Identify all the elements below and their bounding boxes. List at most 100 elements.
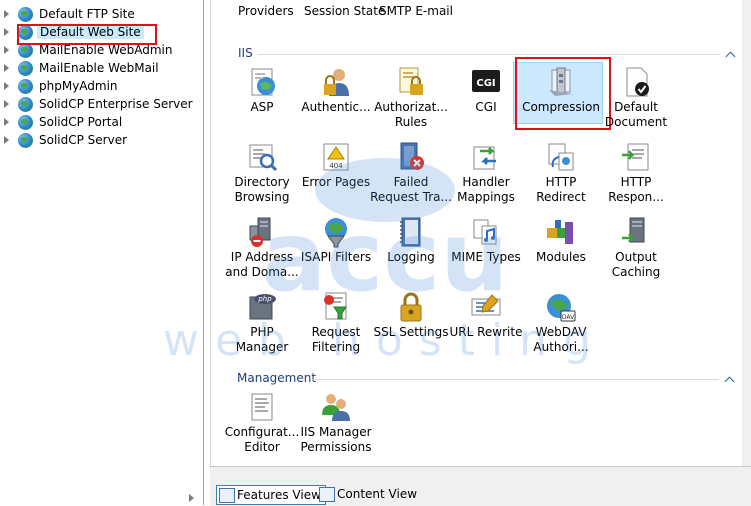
feature-label: Failed Request Tra... — [369, 175, 453, 205]
feature-directory-browsing[interactable]: Directory Browsing — [226, 141, 298, 213]
ip-address-domain-icon — [249, 217, 271, 247]
feature-label-line1: Request — [311, 325, 361, 339]
expand-arrow-icon[interactable] — [4, 82, 9, 90]
error-icon-text: 404 — [329, 162, 343, 170]
feature-handler-mappings[interactable]: Handler Mappings — [450, 141, 522, 213]
site-tree[interactable]: Default FTP Site Default Web Site MailEn… — [0, 0, 204, 505]
request-filtering-icon — [324, 292, 347, 320]
feature-ssl-settings[interactable]: SSL Settings — [374, 291, 448, 363]
feature-label: Compression — [522, 100, 600, 114]
feature-webdav-authoring[interactable]: DAV WebDAV Authori... — [525, 291, 597, 363]
expand-arrow-icon[interactable] — [4, 136, 9, 144]
feature-request-filtering[interactable]: Request Filtering — [300, 291, 372, 363]
feature-url-rewrite[interactable]: URL Rewrite — [450, 291, 522, 363]
php-icon-text: php — [257, 295, 272, 303]
tree-item-solidcp-portal[interactable]: SolidCP Portal — [0, 114, 200, 132]
tree-item-mailenable-webadmin[interactable]: MailEnable WebAdmin — [0, 42, 200, 60]
tree-item-phpmyadmin[interactable]: phpMyAdmin — [0, 78, 200, 96]
expand-arrow-icon[interactable] — [4, 28, 9, 36]
feature-label-line2: Respon... — [608, 190, 664, 204]
group-title-iis: IIS — [238, 46, 253, 60]
feature-cgi[interactable]: CGI CGI — [450, 66, 522, 138]
feature-modules[interactable]: Modules — [525, 216, 597, 288]
expand-arrow-icon[interactable] — [4, 118, 9, 126]
feature-label-line1: IP Address — [230, 250, 294, 264]
features-view-button[interactable]: Features View — [216, 485, 326, 505]
feature-error-pages[interactable]: 404 Error Pages — [300, 141, 372, 213]
feature-label-line1: Configurat... — [224, 425, 300, 439]
feature-logging[interactable]: Logging — [375, 216, 447, 288]
tree-item-solidcp-server[interactable]: SolidCP Server — [0, 132, 200, 150]
expand-arrow-icon[interactable] — [4, 64, 9, 72]
tree-item-default-ftp-site[interactable]: Default FTP Site — [0, 6, 200, 24]
tree-item-label: MailEnable WebAdmin — [39, 43, 173, 57]
feature-php-manager[interactable]: php PHP Manager — [226, 291, 298, 363]
scroll-right-arrow-icon[interactable] — [189, 494, 194, 502]
content-view-button[interactable]: Content View — [317, 485, 417, 503]
feature-label: HTTP Respon... — [594, 175, 678, 205]
feature-iis-manager-permissions[interactable]: IIS Manager Permissions — [300, 391, 372, 463]
feature-http-redirect[interactable]: HTTP Redirect — [525, 141, 597, 213]
feature-label-line2: Manager — [235, 340, 289, 354]
feature-http-response-headers[interactable]: HTTP Respon... — [600, 141, 672, 213]
feature-label-line2: Permissions — [300, 440, 372, 454]
feature-isapi-filters[interactable]: ISAPI Filters — [300, 216, 372, 288]
feature-failed-request-tracing[interactable]: Failed Request Tra... — [370, 141, 452, 213]
feature-label-providers[interactable]: Providers — [238, 4, 294, 19]
feature-asp[interactable]: ASP — [226, 66, 298, 138]
content-view-icon — [319, 487, 335, 502]
feature-label: Default Document — [594, 100, 678, 130]
feature-authentication[interactable]: Authentic... — [300, 66, 372, 138]
feature-label: IP Address and Doma... — [220, 250, 304, 280]
feature-label-line2: Request Tra... — [370, 190, 452, 204]
tree-item-label: SolidCP Enterprise Server — [39, 97, 193, 111]
feature-label: Authentic... — [301, 100, 371, 114]
globe-icon — [18, 97, 33, 112]
feature-configuration-editor[interactable]: Configurat... Editor — [225, 391, 299, 463]
http-redirect-icon — [548, 143, 574, 171]
handler-mappings-icon — [473, 146, 496, 170]
feature-label: CGI — [475, 100, 497, 114]
expand-arrow-icon[interactable] — [4, 46, 9, 54]
tree-item-label: SolidCP Portal — [39, 115, 123, 129]
feature-default-document[interactable]: Default Document — [600, 66, 672, 138]
feature-label: PHP Manager — [220, 325, 304, 355]
tree-item-default-web-site[interactable]: Default Web Site — [0, 24, 200, 42]
feature-label: WebDAV Authori... — [519, 325, 603, 355]
globe-icon — [18, 25, 33, 40]
feature-label: Configurat... Editor — [220, 425, 304, 455]
feature-label-line1: HTTP — [545, 175, 577, 189]
feature-label-smtp-email[interactable]: SMTP E-mail — [379, 4, 453, 19]
feature-compression[interactable]: Compression — [522, 66, 600, 138]
expand-arrow-icon[interactable] — [4, 100, 9, 108]
feature-mime-types[interactable]: MIME Types — [450, 216, 522, 288]
feature-authorization-rules[interactable]: Authorizat... Rules — [374, 66, 448, 138]
feature-label: URL Rewrite — [449, 325, 523, 339]
feature-label-line2: Redirect — [536, 190, 586, 204]
expand-arrow-icon[interactable] — [4, 10, 9, 18]
feature-ip-address-domain[interactable]: IP Address and Doma... — [225, 216, 299, 288]
feature-label-line1: Default — [614, 100, 658, 114]
feature-output-caching[interactable]: Output Caching — [600, 216, 672, 288]
tree-item-solidcp-enterprise-server[interactable]: SolidCP Enterprise Server — [0, 96, 200, 114]
authentication-icon — [324, 69, 349, 96]
feature-label: HTTP Redirect — [519, 175, 603, 205]
authorization-rules-icon — [399, 67, 423, 95]
feature-label-line2: Caching — [611, 265, 661, 279]
isapi-filters-icon — [325, 218, 347, 248]
tree-item-mailenable-webmail[interactable]: MailEnable WebMail — [0, 60, 200, 78]
cgi-icon: CGI — [472, 70, 500, 92]
modules-icon — [547, 220, 573, 244]
features-view-icon — [219, 488, 235, 503]
collapse-chevron-icon[interactable] — [725, 51, 736, 62]
feature-label-line2: Rules — [394, 115, 428, 129]
vertical-scrollbar[interactable] — [742, 0, 751, 466]
feature-label: Logging — [387, 250, 435, 264]
group-divider — [313, 379, 719, 380]
output-caching-icon — [622, 217, 645, 243]
feature-label-session-state[interactable]: Session State — [304, 4, 385, 19]
feature-label-line1: PHP — [250, 325, 274, 339]
feature-label: Request Filtering — [294, 325, 378, 355]
asp-icon — [251, 68, 275, 96]
globe-icon — [18, 43, 33, 58]
